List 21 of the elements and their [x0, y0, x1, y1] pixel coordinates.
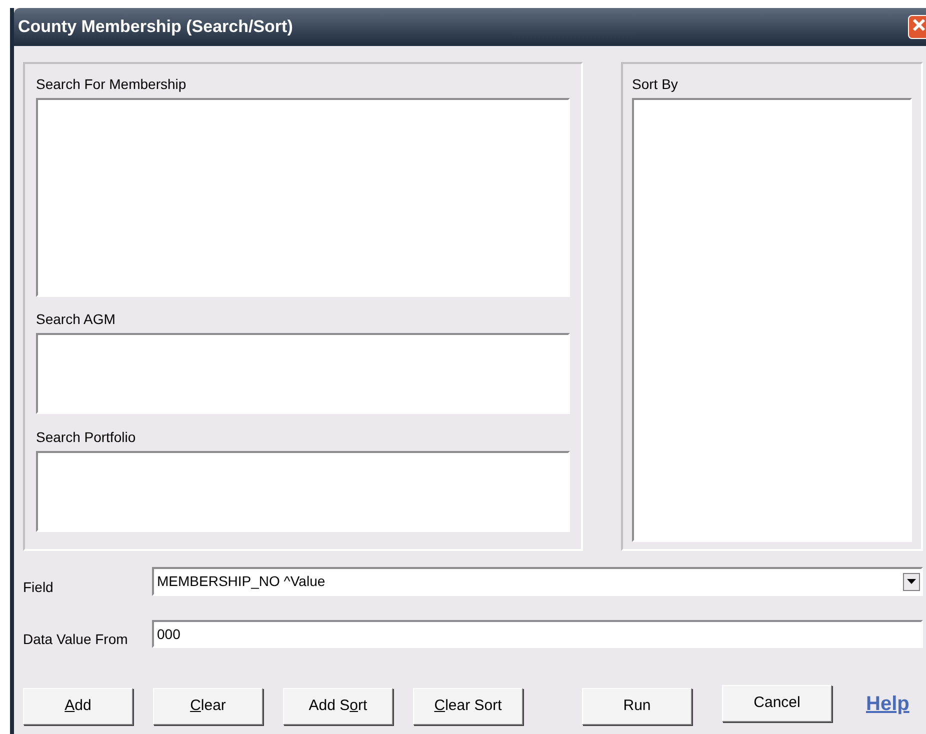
dialog-button[interactable]: Run [582, 688, 692, 725]
sort-by-label: Sort By [632, 75, 679, 94]
data-value-label: Data Value From [23, 630, 129, 649]
window-title: County Membership (Search/Sort) [18, 16, 293, 38]
field-value: MEMBERSHIP_NO ^Value [156, 572, 326, 591]
portfolio-search-listbox[interactable] [36, 451, 570, 532]
agm-search-listbox[interactable] [36, 333, 570, 414]
portfolio-search-label: Search Portfolio [36, 428, 137, 447]
close-button[interactable] [908, 15, 926, 39]
close-icon [910, 16, 926, 34]
dialog-button[interactable]: Clear Sort [413, 688, 523, 725]
membership-search-label: Search For Membership [36, 75, 188, 94]
dialog-button[interactable]: Clear [153, 688, 263, 725]
dialog-button[interactable]: Cancel [722, 685, 832, 722]
field-label: Field [23, 578, 54, 597]
data-value-input[interactable]: 000 [152, 620, 923, 648]
field-dropdown[interactable]: MEMBERSHIP_NO ^Value [152, 567, 923, 596]
agm-search-label: Search AGM [36, 310, 116, 329]
help-link[interactable]: Help [866, 688, 910, 718]
dialog-button[interactable]: Add Sort [283, 688, 393, 725]
dialog-button[interactable]: Add [23, 688, 133, 725]
